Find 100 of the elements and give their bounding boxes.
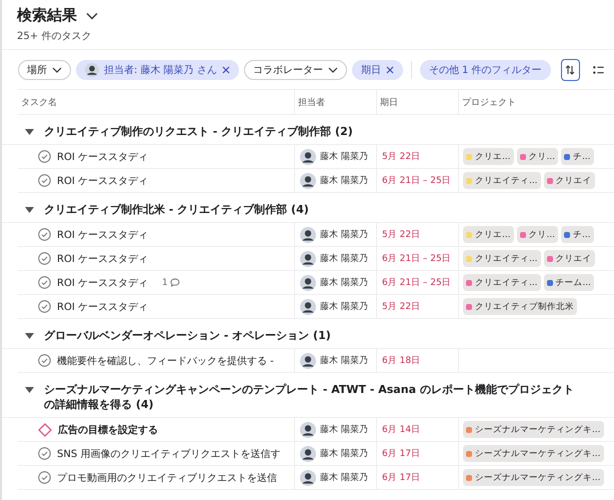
- task-name[interactable]: ROI ケーススタディ: [57, 300, 148, 314]
- project-name: クリエイティ…: [475, 174, 538, 186]
- avatar-icon: [300, 250, 316, 266]
- avatar-icon: [300, 274, 316, 290]
- avatar-icon: [300, 226, 316, 242]
- close-icon[interactable]: [222, 66, 230, 74]
- check-circle-icon[interactable]: [38, 228, 51, 241]
- project-tag[interactable]: クリエ…: [463, 226, 514, 243]
- due-date: 5月 22日: [382, 229, 420, 241]
- check-circle-icon[interactable]: [38, 174, 51, 187]
- avatar-icon: [300, 172, 316, 188]
- due-date: 6月 14日: [382, 424, 420, 436]
- project-tag[interactable]: シーズナルマーケティングキ…: [463, 469, 604, 486]
- assignee-name: 藤木 陽菜乃: [320, 300, 368, 313]
- task-name[interactable]: 広告の目標を設定する: [58, 422, 158, 436]
- project-tag[interactable]: クリ…: [516, 226, 558, 243]
- diamond-icon[interactable]: [38, 422, 52, 436]
- project-tag[interactable]: クリエ…: [463, 148, 514, 165]
- section-title: クリエイティブ制作のリクエスト - クリエイティブ制作部 (2): [44, 124, 353, 139]
- task-name[interactable]: ROI ケーススタディ: [57, 174, 148, 188]
- column-header[interactable]: タスク名: [18, 90, 294, 114]
- project-name: チ…: [573, 228, 590, 240]
- check-circle-icon[interactable]: [38, 354, 51, 367]
- task-name[interactable]: ROI ケーススタディ: [57, 150, 148, 164]
- due-date: 6月 17日: [382, 448, 420, 460]
- project-name: クリ…: [528, 150, 555, 162]
- project-name: チ…: [573, 150, 590, 162]
- section-title: グローバルベンダーオペレーション - オペレーション (1): [44, 328, 331, 343]
- due-date: 6月 18日: [382, 355, 420, 367]
- project-tag[interactable]: クリエイ: [544, 250, 594, 267]
- collapse-caret-icon[interactable]: [25, 207, 34, 213]
- collapse-caret-icon[interactable]: [25, 129, 34, 135]
- check-circle-icon[interactable]: [38, 252, 51, 265]
- assignee-name: 藤木 陽菜乃: [320, 174, 368, 187]
- avatar-icon: [300, 148, 316, 164]
- due-date: 5月 22日: [382, 301, 420, 313]
- project-tag[interactable]: クリ…: [516, 148, 558, 165]
- assignee-name: 藤木 陽菜乃: [320, 150, 368, 163]
- check-circle-icon[interactable]: [38, 150, 51, 163]
- task-name[interactable]: 機能要件を確認し、フィードバックを提供する -: [57, 354, 274, 368]
- due-date: 6月 21日 – 25日: [382, 277, 451, 289]
- project-name: クリエイティブ制作北米: [475, 300, 574, 312]
- assignee-name: 藤木 陽菜乃: [320, 424, 368, 436]
- project-name: クリエイティ…: [475, 276, 538, 288]
- project-tag[interactable]: クリエイティ…: [463, 172, 540, 189]
- filter-chip[interactable]: 期日: [352, 60, 403, 80]
- project-name: シーズナルマーケティングキ…: [475, 472, 600, 484]
- project-name: シーズナルマーケティングキ…: [475, 424, 600, 436]
- due-date: 6月 21日 – 25日: [382, 175, 451, 187]
- sort-icon: [565, 65, 576, 75]
- check-circle-icon[interactable]: [38, 447, 51, 460]
- filter-chip[interactable]: その他 1 件のフィルター: [420, 60, 551, 80]
- project-tag[interactable]: クリエイ: [544, 172, 594, 189]
- assignee-name: 藤木 陽菜乃: [320, 448, 368, 460]
- project-tag[interactable]: クリエイティブ制作北米: [463, 298, 577, 315]
- column-header[interactable]: 期日: [376, 90, 458, 114]
- avatar-icon: [300, 352, 316, 368]
- due-date: 6月 17日: [382, 472, 420, 484]
- task-name[interactable]: SNS 用画像のクリエイティブリクエストを送信す: [57, 446, 280, 460]
- project-tag[interactable]: チーム…: [544, 274, 594, 291]
- project-tag[interactable]: チ…: [561, 226, 594, 243]
- task-name[interactable]: ROI ケーススタディ: [57, 276, 148, 290]
- column-header[interactable]: 担当者: [294, 90, 376, 114]
- task-name[interactable]: プロモ動画用のクリエイティブリクエストを送信: [57, 470, 277, 484]
- project-tag[interactable]: クリエイティ…: [463, 274, 540, 291]
- close-icon[interactable]: [386, 66, 394, 74]
- task-name[interactable]: ROI ケーススタディ: [57, 252, 148, 266]
- filter-chip[interactable]: コラボレーター: [244, 60, 347, 80]
- section-title: クリエイティブ制作北米 - クリエイティブ制作部 (4): [44, 202, 309, 217]
- assignee-name: 藤木 陽菜乃: [320, 276, 368, 289]
- filter-chip[interactable]: 担当者: 藤木 陽菜乃 さん: [76, 60, 239, 80]
- due-date: 6月 21日 – 25日: [382, 253, 451, 265]
- check-circle-icon[interactable]: [38, 300, 51, 313]
- task-name[interactable]: ROI ケーススタディ: [57, 228, 148, 242]
- project-name: クリエイティ…: [475, 252, 538, 264]
- column-header[interactable]: プロジェクト: [458, 90, 614, 114]
- chevron-down-icon: [328, 67, 338, 73]
- page-title: 検索結果: [17, 6, 77, 25]
- project-name: クリエイ: [556, 252, 592, 264]
- chevron-down-icon: [52, 67, 62, 73]
- collapse-caret-icon[interactable]: [25, 387, 34, 393]
- sort-button[interactable]: [560, 59, 580, 81]
- project-tag[interactable]: シーズナルマーケティングキ…: [463, 421, 604, 438]
- project-tag[interactable]: シーズナルマーケティングキ…: [463, 445, 604, 462]
- project-tag[interactable]: チ…: [561, 148, 594, 165]
- check-circle-icon[interactable]: [38, 276, 51, 289]
- check-circle-icon[interactable]: [38, 471, 51, 484]
- assignee-name: 藤木 陽菜乃: [320, 354, 368, 367]
- filter-chip[interactable]: 場所: [18, 60, 71, 80]
- project-name: クリエ…: [475, 150, 510, 162]
- project-name: クリエイ: [556, 174, 592, 186]
- avatar-icon: [300, 446, 316, 462]
- collapse-caret-icon[interactable]: [25, 333, 34, 339]
- project-name: クリエ…: [475, 228, 510, 240]
- section-title: シーズナルマーケティングキャンペーンのテンプレート - ATWT - Asana のレポート機能でプロジェクトの詳細情報を得る (4): [44, 382, 575, 412]
- assignee-name: 藤木 陽菜乃: [320, 228, 368, 241]
- avatar-icon: [300, 470, 316, 486]
- chevron-down-icon[interactable]: [86, 12, 98, 20]
- list-icon[interactable]: [593, 65, 604, 75]
- project-tag[interactable]: クリエイティ…: [463, 250, 540, 267]
